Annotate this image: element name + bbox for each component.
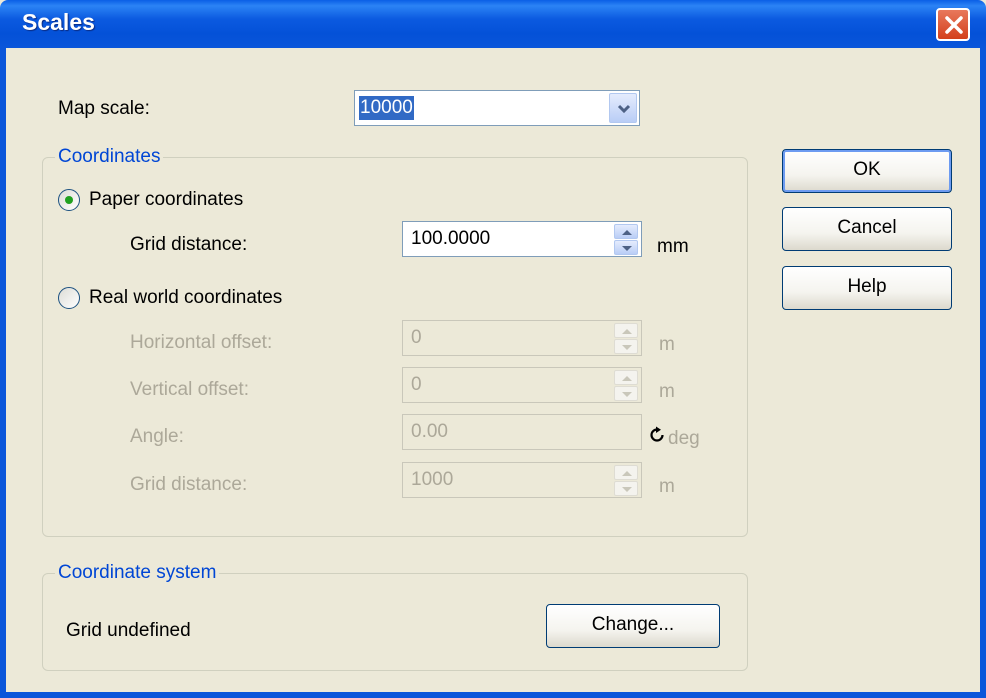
horizontal-offset-unit: m — [659, 334, 675, 355]
arrow-down-icon — [622, 246, 632, 251]
spin-up-button[interactable] — [614, 370, 638, 385]
arrow-up-icon — [622, 376, 632, 381]
spin-down-button[interactable] — [614, 386, 638, 401]
window-title: Scales — [22, 9, 95, 35]
help-button[interactable]: Help — [782, 266, 952, 310]
spin-down-button[interactable] — [614, 481, 638, 496]
spin-down-button[interactable] — [614, 339, 638, 354]
vertical-offset-value: 0 — [411, 374, 422, 395]
close-button[interactable] — [936, 8, 970, 41]
horizontal-offset-spinner[interactable] — [612, 320, 642, 356]
paper-grid-distance-unit: mm — [657, 236, 689, 257]
angle-value: 0.00 — [411, 421, 448, 442]
spin-down-button[interactable] — [614, 240, 638, 255]
horizontal-offset-input[interactable]: 0 — [402, 320, 614, 356]
real-grid-distance-spinner[interactable] — [612, 462, 642, 498]
vertical-offset-spinner[interactable] — [612, 367, 642, 403]
angle-input[interactable]: 0.00 — [402, 414, 642, 450]
paper-grid-distance-value[interactable]: 100.0000 — [411, 228, 490, 250]
window-frame-left — [0, 48, 6, 698]
vertical-offset-unit: m — [659, 381, 675, 402]
vertical-offset-label: Vertical offset: — [130, 379, 249, 400]
ok-button[interactable]: OK — [782, 149, 952, 193]
real-world-coordinates-label[interactable]: Real world coordinates — [89, 287, 282, 309]
real-world-coordinates-radio[interactable] — [58, 287, 80, 309]
rotate-icon — [650, 426, 664, 442]
paper-grid-distance-spinner[interactable] — [612, 221, 642, 257]
spin-up-button[interactable] — [614, 224, 638, 239]
change-button[interactable]: Change... — [546, 604, 720, 648]
arrow-down-icon — [622, 345, 632, 350]
close-icon — [945, 16, 963, 34]
paper-grid-distance-label: Grid distance: — [130, 234, 248, 255]
window-frame-right — [980, 48, 986, 698]
arrow-down-icon — [622, 392, 632, 397]
angle-label: Angle: — [130, 426, 184, 447]
title-bar: Scales — [0, 0, 986, 48]
spin-up-button[interactable] — [614, 323, 638, 338]
map-scale-label: Map scale: — [58, 98, 150, 119]
horizontal-offset-label: Horizontal offset: — [130, 332, 273, 353]
real-grid-distance-unit: m — [659, 476, 675, 497]
spin-up-button[interactable] — [614, 465, 638, 480]
paper-coordinates-radio[interactable] — [58, 189, 80, 211]
arrow-up-icon — [622, 471, 632, 476]
coordinates-group-label: Coordinates — [55, 146, 164, 168]
cancel-button[interactable]: Cancel — [782, 207, 952, 251]
arrow-up-icon — [622, 230, 632, 235]
angle-unit: deg — [668, 428, 700, 449]
radio-selected-dot — [65, 196, 73, 204]
real-grid-distance-label: Grid distance: — [130, 474, 248, 495]
window-frame-bottom — [0, 692, 986, 698]
real-grid-distance-value: 1000 — [411, 469, 454, 490]
vertical-offset-input[interactable]: 0 — [402, 367, 614, 403]
horizontal-offset-value: 0 — [411, 327, 422, 348]
arrow-down-icon — [622, 487, 632, 492]
map-scale-value[interactable]: 10000 — [359, 96, 414, 120]
map-scale-dropdown-button[interactable] — [609, 93, 637, 123]
arrow-up-icon — [622, 329, 632, 334]
map-scale-combo[interactable]: 10000 — [354, 90, 640, 126]
grid-status-text: Grid undefined — [66, 620, 191, 641]
paper-coordinates-label[interactable]: Paper coordinates — [89, 189, 243, 211]
paper-grid-distance-input[interactable]: 100.0000 — [402, 221, 614, 257]
coordinate-system-group-label: Coordinate system — [55, 562, 220, 584]
real-grid-distance-input[interactable]: 1000 — [402, 462, 614, 498]
chevron-down-icon — [617, 104, 631, 114]
